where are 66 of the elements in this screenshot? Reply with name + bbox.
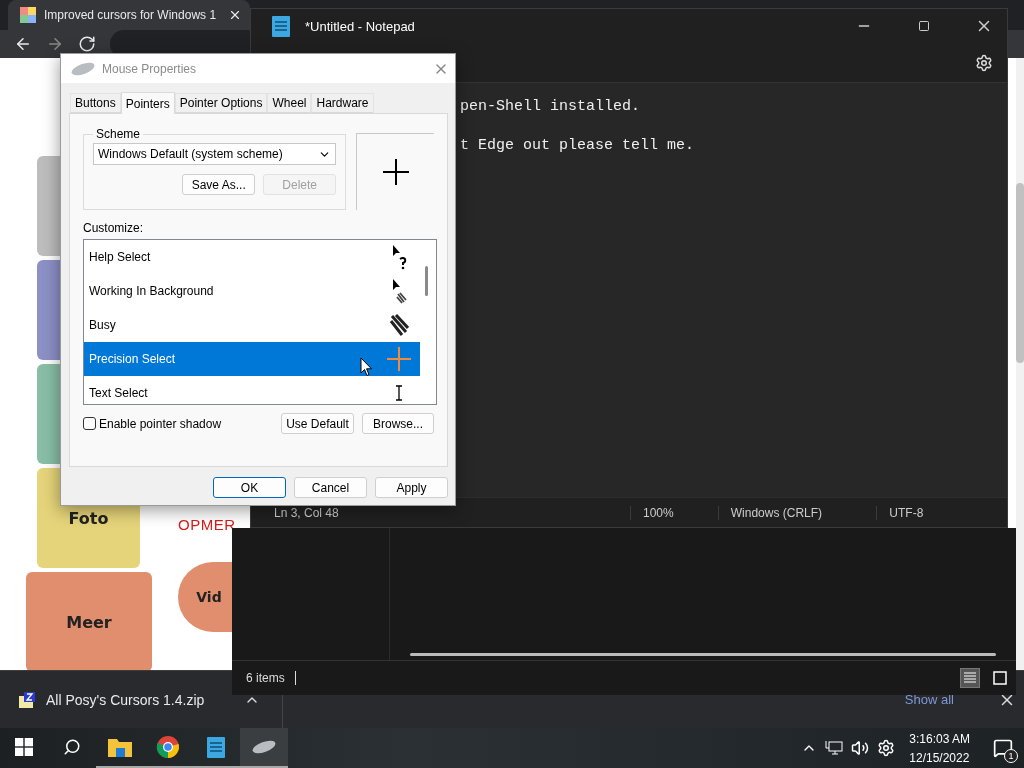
taskbar-app-button[interactable] (240, 728, 288, 768)
text-cursor-icon (394, 385, 404, 401)
page-heading: OPMER (178, 516, 236, 533)
tiles-view-button[interactable] (990, 668, 1010, 688)
settings-icon[interactable] (877, 739, 896, 757)
show-all-link[interactable]: Show all (904, 692, 988, 707)
list-icon (963, 671, 977, 685)
busy-cursor-icon (389, 314, 409, 336)
tab[interactable]: Pointers (120, 92, 175, 114)
scheme-dropdown[interactable]: Windows Default (system scheme) (93, 143, 337, 165)
crosshair-icon (386, 346, 412, 372)
status-item: 100% (629, 505, 718, 520)
scrollbar-thumb[interactable] (425, 266, 428, 296)
mouse-pointer-icon (360, 357, 373, 377)
text-line: pen-Shell installed. (460, 97, 642, 116)
chrome-icon (156, 735, 180, 759)
notepad-icon (271, 14, 291, 38)
page-tile[interactable]: Meer (26, 572, 152, 672)
status-item: UTF-8 (876, 505, 1007, 520)
save-as-button[interactable]: Save As... (182, 174, 256, 195)
notepad-icon (206, 735, 226, 759)
clock[interactable]: 3:16:03 AM 12/15/2022 (909, 731, 970, 765)
windows-logo-icon[interactable] (15, 738, 33, 756)
dialog-button[interactable]: Apply (375, 477, 448, 498)
scrollbar[interactable] (1016, 58, 1024, 672)
zip-file-icon (18, 690, 36, 709)
back-icon[interactable] (14, 35, 32, 53)
horizontal-scrollbar[interactable] (410, 653, 996, 656)
close-icon[interactable] (228, 8, 242, 22)
volume-icon[interactable] (851, 739, 870, 757)
favicon-icon (20, 7, 36, 23)
search-icon[interactable] (63, 738, 81, 756)
browser-tab[interactable]: Improved cursors for Windows 1 (8, 0, 250, 30)
details-view-button[interactable] (960, 668, 980, 688)
maximize-icon[interactable] (918, 20, 930, 32)
reload-icon[interactable] (78, 35, 96, 53)
dialog-button[interactable]: OK (213, 477, 286, 498)
customize-label: Customize: (83, 221, 145, 235)
browse-button[interactable]: Browse... (362, 413, 434, 434)
status-item: Ln 3, Col 48 (273, 505, 340, 520)
tab[interactable]: Wheel (267, 93, 312, 113)
mouse-icon (70, 60, 96, 77)
notifications-button[interactable]: 1 (988, 733, 1018, 763)
item-count: 6 items (246, 671, 285, 685)
download-file-name[interactable]: All Posy's Cursors 1.4.zip (46, 691, 205, 708)
tab[interactable]: Buttons (70, 93, 121, 113)
tab[interactable]: Pointer Options (174, 93, 268, 113)
help-cursor-icon (391, 244, 407, 270)
settings-icon[interactable] (975, 53, 993, 72)
forward-icon[interactable] (46, 35, 64, 53)
window-title: *Untitled - Notepad (305, 18, 416, 34)
working-cursor-icon (391, 278, 407, 304)
crosshair-icon (382, 159, 409, 185)
group-label: Scheme (95, 127, 142, 141)
page-pill[interactable]: Vid (178, 562, 232, 632)
dialog-title: Mouse Properties (102, 61, 198, 76)
folder-icon (107, 736, 133, 758)
tab[interactable]: Hardware (311, 93, 374, 113)
text-line: t Edge out please tell me. (460, 136, 696, 155)
pointer-list-item[interactable]: Precision Select (84, 342, 420, 376)
dialog-button[interactable]: Cancel (294, 477, 367, 498)
status-item: Windows (CRLF) (717, 505, 877, 520)
use-default-button[interactable]: Use Default (281, 413, 354, 434)
network-icon[interactable] (825, 740, 844, 756)
square-icon (993, 671, 1007, 685)
mouse-icon (251, 739, 277, 755)
